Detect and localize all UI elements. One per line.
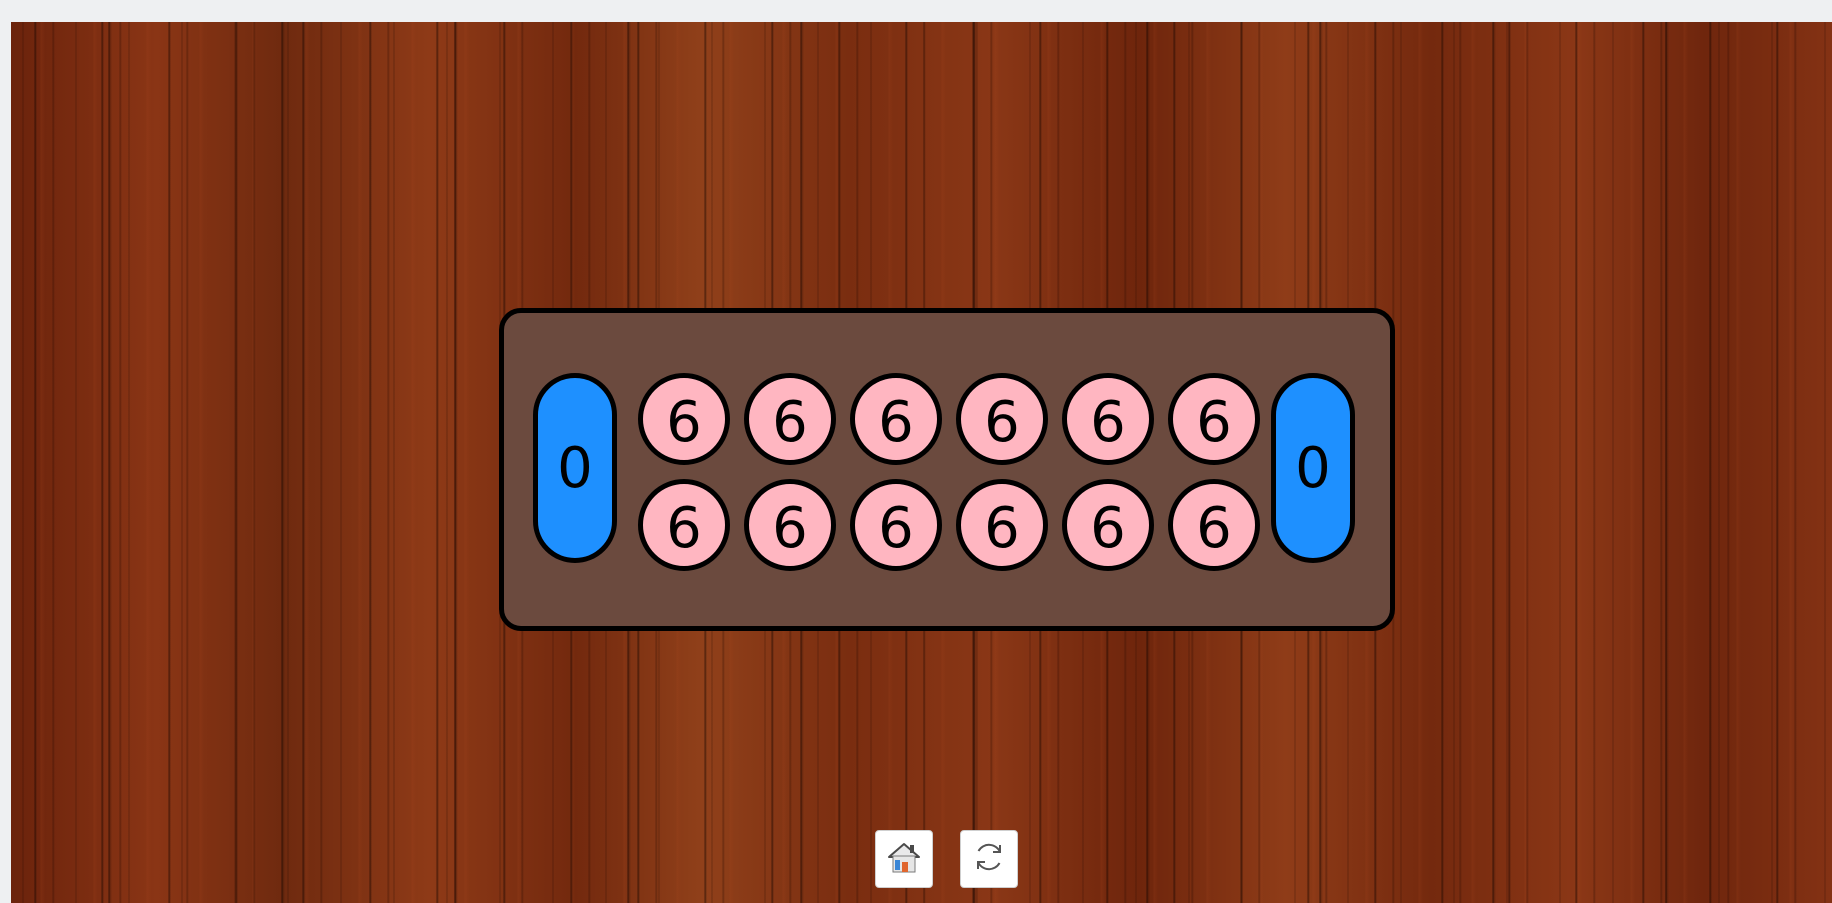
- pit-top-1[interactable]: 6: [638, 373, 730, 465]
- pit-count: 6: [984, 495, 1020, 561]
- pit-count: 6: [878, 495, 914, 561]
- pit-bottom-3[interactable]: 6: [850, 479, 942, 571]
- pit-count: 6: [984, 389, 1020, 455]
- pit-top-6[interactable]: 6: [1168, 373, 1260, 465]
- pit-top-2[interactable]: 6: [744, 373, 836, 465]
- restart-button[interactable]: [960, 830, 1018, 888]
- pit-top-4[interactable]: 6: [956, 373, 1048, 465]
- home-button[interactable]: [875, 830, 933, 888]
- game-stage: 0 6 6 6 6 6 6 6 6 6 6 6 6 0: [11, 22, 1832, 903]
- pit-bottom-1[interactable]: 6: [638, 479, 730, 571]
- right-store-count: 0: [1295, 435, 1331, 501]
- pit-count: 6: [1196, 389, 1232, 455]
- pit-count: 6: [1090, 389, 1126, 455]
- pit-count: 6: [1090, 495, 1126, 561]
- pit-bottom-6[interactable]: 6: [1168, 479, 1260, 571]
- pit-count: 6: [666, 495, 702, 561]
- right-store: 0: [1271, 373, 1355, 563]
- left-store-count: 0: [557, 435, 593, 501]
- pit-count: 6: [772, 389, 808, 455]
- left-store: 0: [533, 373, 617, 563]
- pit-top-3[interactable]: 6: [850, 373, 942, 465]
- pit-top-5[interactable]: 6: [1062, 373, 1154, 465]
- pit-count: 6: [878, 389, 914, 455]
- pit-bottom-4[interactable]: 6: [956, 479, 1048, 571]
- refresh-icon: [971, 839, 1007, 879]
- house-icon: [886, 840, 922, 878]
- mancala-board: 0 6 6 6 6 6 6 6 6 6 6 6 6 0: [499, 308, 1395, 631]
- pit-count: 6: [666, 389, 702, 455]
- pit-count: 6: [1196, 495, 1232, 561]
- pit-bottom-5[interactable]: 6: [1062, 479, 1154, 571]
- pit-bottom-2[interactable]: 6: [744, 479, 836, 571]
- pit-count: 6: [772, 495, 808, 561]
